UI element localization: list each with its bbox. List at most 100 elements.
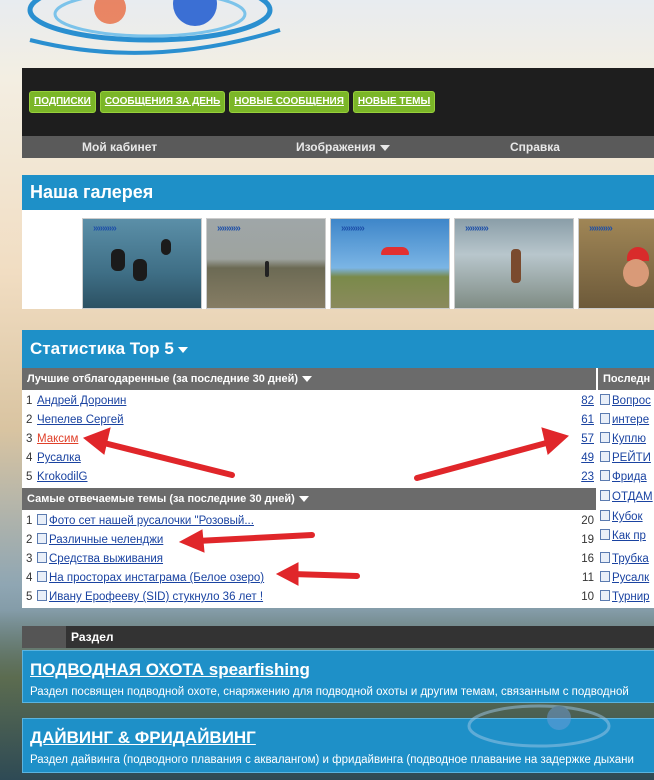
section-header-spacer bbox=[22, 626, 66, 648]
latest-topic[interactable]: Как пр bbox=[600, 527, 654, 546]
latest-topic[interactable]: Трубка bbox=[600, 550, 654, 569]
document-icon bbox=[600, 552, 610, 563]
rank: 5 bbox=[26, 591, 33, 603]
thanks-count[interactable]: 49 bbox=[581, 449, 594, 468]
forum-title-link[interactable]: ПОДВОДНАЯ ОХОТА spearfishing bbox=[23, 651, 654, 681]
reply-count: 19 bbox=[581, 534, 594, 546]
topic-link[interactable]: Фото сет нашей русалочки "Розовый... bbox=[37, 512, 254, 531]
topic-title: На просторах инстаграма (Белое озеро) bbox=[49, 572, 265, 584]
thanks-count[interactable]: 23 bbox=[581, 468, 594, 487]
stats-title[interactable]: Статистика Top 5 bbox=[22, 330, 654, 368]
chevron-down-icon bbox=[298, 496, 309, 503]
gallery-thumbnails: »»»»» »»»»» »»»»» »»»»» »»»»» bbox=[82, 218, 654, 309]
top-bar: ПОДПИСКИ СООБЩЕНИЯ ЗА ДЕНЬ НОВЫЕ СООБЩЕН… bbox=[22, 68, 654, 136]
person-figure bbox=[265, 261, 269, 277]
gallery-thumb[interactable]: »»»»» bbox=[454, 218, 574, 309]
topic-title: Фото сет нашей русалочки "Розовый... bbox=[49, 515, 254, 527]
user-link[interactable]: KrokodilG bbox=[37, 468, 88, 487]
rank: 4 bbox=[26, 572, 33, 584]
user-link[interactable]: Русалка bbox=[37, 449, 81, 468]
topic-link[interactable]: Средства выживания bbox=[37, 550, 163, 569]
document-icon bbox=[37, 552, 47, 563]
new-topics-button[interactable]: НОВЫЕ ТЕМЫ bbox=[352, 91, 436, 113]
thanked-header[interactable]: Лучшие отблагодаренные (за последние 30 … bbox=[22, 368, 596, 390]
gallery-title: Наша галерея bbox=[22, 175, 654, 210]
latest-topic[interactable]: РЕЙТИ bbox=[600, 449, 654, 468]
latest-topic-link[interactable]: Куплю bbox=[612, 433, 646, 445]
latest-topic[interactable]: интере bbox=[600, 411, 654, 430]
latest-topic[interactable]: Русалк bbox=[600, 569, 654, 588]
gallery-thumb[interactable]: »»»»» bbox=[330, 218, 450, 309]
latest-topic-link[interactable]: Русалк bbox=[612, 572, 649, 584]
thanked-row: 1 Андрей Доронин 82 bbox=[22, 392, 596, 411]
topic-link[interactable]: Ивану Ерофееву (SID) стукнуло 36 лет ! bbox=[37, 588, 263, 607]
messages-today-button[interactable]: СООБЩЕНИЯ ЗА ДЕНЬ bbox=[99, 91, 226, 113]
replied-header[interactable]: Самые отвечаемые темы (за последние 30 д… bbox=[22, 488, 596, 510]
paraglider-figure bbox=[381, 247, 409, 255]
topic-link[interactable]: Различные челенджи bbox=[37, 531, 163, 550]
topic-link[interactable]: На просторах инстаграма (Белое озеро) bbox=[37, 569, 264, 588]
stats-block: Статистика Top 5 Лучшие отблагодаренные … bbox=[22, 330, 654, 608]
replied-row: 1 Фото сет нашей русалочки "Розовый... 2… bbox=[22, 512, 596, 531]
thanks-count[interactable]: 82 bbox=[581, 392, 594, 411]
latest-topic-link[interactable]: Вопрос bbox=[612, 395, 651, 407]
nav-my-cabinet[interactable]: Мой кабинет bbox=[82, 140, 157, 154]
latest-topic-link[interactable]: ОТДАМ bbox=[612, 491, 653, 503]
gallery-thumb[interactable]: »»»»» bbox=[82, 218, 202, 309]
thumb-arrows: »»»»» bbox=[465, 223, 489, 234]
latest-topic[interactable]: Кубок bbox=[600, 508, 654, 527]
document-icon bbox=[37, 514, 47, 525]
document-icon bbox=[600, 571, 610, 582]
rank: 2 bbox=[26, 534, 33, 546]
diver-figure bbox=[133, 259, 147, 281]
latest-topic[interactable]: Турнир bbox=[600, 588, 654, 607]
replied-row: 4 На просторах инстаграма (Белое озеро) … bbox=[22, 569, 596, 588]
document-icon bbox=[37, 590, 47, 601]
site-logo bbox=[27, 0, 281, 55]
stats-title-label: Статистика Top 5 bbox=[30, 339, 174, 358]
main-nav: Мой кабинет Изображения Справка bbox=[22, 136, 654, 158]
topic-title: Средства выживания bbox=[49, 553, 164, 565]
reply-count: 10 bbox=[581, 591, 594, 603]
latest-topic-link[interactable]: Фрида bbox=[612, 471, 647, 483]
thanks-count[interactable]: 57 bbox=[581, 430, 594, 449]
diver-figure bbox=[161, 239, 171, 255]
page-wrapper: ПОДПИСКИ СООБЩЕНИЯ ЗА ДЕНЬ НОВЫЕ СООБЩЕН… bbox=[22, 68, 654, 773]
latest-topic[interactable]: Фрида bbox=[600, 468, 654, 487]
gallery-thumb[interactable]: »»»»» bbox=[578, 218, 654, 309]
section-header-label: Раздел bbox=[71, 630, 114, 644]
chevron-down-icon bbox=[379, 144, 390, 151]
user-link[interactable]: Андрей Доронин bbox=[37, 392, 126, 411]
thumb-arrows: »»»»» bbox=[589, 223, 613, 234]
nav-images-label: Изображения bbox=[296, 140, 376, 154]
document-icon bbox=[600, 413, 610, 424]
thanked-row: 5 KrokodilG 23 bbox=[22, 468, 596, 487]
latest-topic-link[interactable]: Как пр bbox=[612, 530, 646, 542]
document-icon bbox=[600, 470, 610, 481]
latest-topic-link[interactable]: Кубок bbox=[612, 511, 643, 523]
subscriptions-button[interactable]: ПОДПИСКИ bbox=[29, 91, 96, 113]
topic-title: Ивану Ерофееву (SID) стукнуло 36 лет ! bbox=[49, 591, 264, 603]
nav-images[interactable]: Изображения bbox=[296, 140, 390, 154]
user-link[interactable]: Максим bbox=[37, 430, 78, 449]
user-link[interactable]: Чепелев Сергей bbox=[37, 411, 124, 430]
gallery-thumb[interactable]: »»»»» bbox=[206, 218, 326, 309]
thanks-count[interactable]: 61 bbox=[581, 411, 594, 430]
latest-topic-link[interactable]: Трубка bbox=[612, 553, 649, 565]
thumb-arrows: »»»»» bbox=[341, 223, 365, 234]
latest-topic-link[interactable]: РЕЙТИ bbox=[612, 452, 651, 464]
document-icon bbox=[600, 394, 610, 405]
reply-count: 16 bbox=[581, 553, 594, 565]
new-messages-button[interactable]: НОВЫЕ СООБЩЕНИЯ bbox=[229, 91, 349, 113]
latest-topic-link[interactable]: Турнир bbox=[612, 591, 650, 603]
latest-topic[interactable]: ОТДАМ bbox=[600, 488, 654, 507]
latest-topic[interactable]: Вопрос bbox=[600, 392, 654, 411]
nav-help[interactable]: Справка bbox=[510, 140, 560, 154]
document-icon bbox=[37, 533, 47, 544]
replied-row: 5 Ивану Ерофееву (SID) стукнуло 36 лет !… bbox=[22, 588, 596, 607]
rank: 3 bbox=[26, 433, 33, 445]
latest-topic-link[interactable]: интере bbox=[612, 414, 649, 426]
kitesurfer-figure bbox=[511, 249, 521, 283]
latest-topic[interactable]: Куплю bbox=[600, 430, 654, 449]
thumb-arrows: »»»»» bbox=[93, 223, 117, 234]
